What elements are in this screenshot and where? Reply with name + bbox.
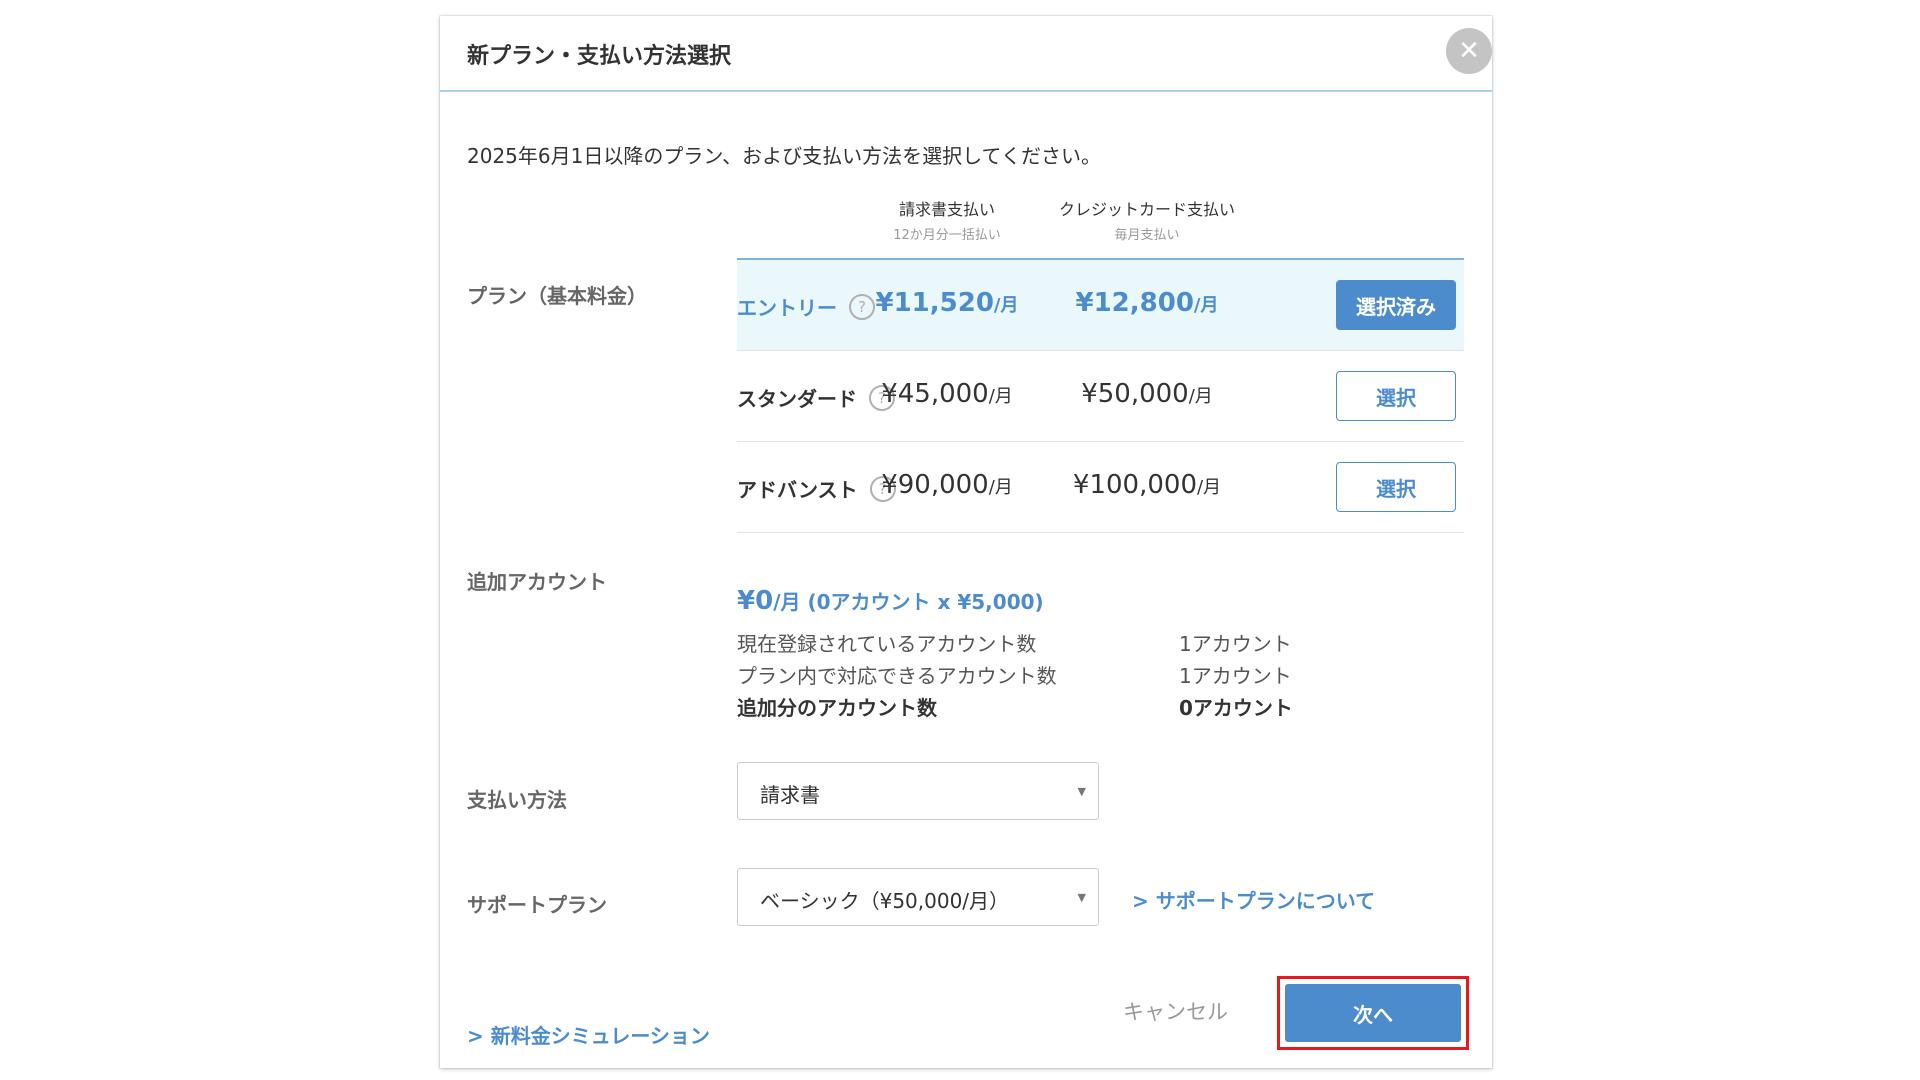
intro-text: 2025年6月1日以降のプラン、および支払い方法を選択してください。 — [467, 144, 1101, 168]
price-value: ¥12,800 — [1075, 288, 1194, 318]
payment-method-label: 支払い方法 — [467, 788, 567, 812]
column-header-card: クレジットカード支払い 毎月支払い — [1027, 196, 1267, 243]
support-plan-select[interactable]: ベーシック（¥50,000/月） ▼ — [737, 868, 1099, 926]
select-button[interactable]: 選択 — [1336, 371, 1456, 421]
column-title: クレジットカード支払い — [1058, 200, 1235, 219]
price-unit: /月 — [1196, 477, 1222, 498]
close-icon: ✕ — [1458, 36, 1480, 66]
account-count-label: 追加分のアカウント数 — [737, 696, 937, 720]
price-unit: /月 — [1188, 386, 1213, 407]
plan-row-entry: エントリー ? ¥11,520/月 ¥12,800/月 選択済み — [737, 260, 1464, 351]
card-price: ¥100,000/月 — [1027, 470, 1267, 500]
next-button[interactable]: 次へ — [1285, 984, 1461, 1042]
chevron-down-icon: ▼ — [1077, 785, 1086, 798]
payment-method-value: 請求書 — [760, 783, 820, 807]
account-count-value: 1アカウント — [1179, 632, 1292, 656]
account-count-row: 追加分のアカウント数 0アカウント — [737, 692, 1317, 721]
price-unit: /月 — [993, 295, 1019, 316]
close-button[interactable]: ✕ — [1446, 28, 1492, 74]
price-unit: /月 — [988, 477, 1013, 498]
account-count-value: 1アカウント — [1179, 664, 1292, 688]
extra-account-price: ¥0/月 (0アカウント x ¥5,000) — [737, 586, 1044, 616]
plan-row-standard: スタンダード ? ¥45,000/月 ¥50,000/月 選択 — [737, 351, 1464, 442]
account-count-row: 現在登録されているアカウント数 1アカウント — [737, 628, 1317, 657]
account-count-label: プラン内で対応できるアカウント数 — [737, 664, 1057, 688]
support-plan-value: ベーシック（¥50,000/月） — [760, 889, 1010, 913]
account-count-value: 0アカウント — [1179, 696, 1293, 720]
price-value: ¥100,000 — [1072, 470, 1197, 500]
dialog-header: 新プラン・支払い方法選択 ✕ — [440, 16, 1492, 92]
price-value: ¥50,000 — [1081, 379, 1189, 409]
card-price: ¥12,800/月 — [1027, 288, 1267, 318]
account-count-label: 現在登録されているアカウント数 — [737, 632, 1037, 656]
account-count-row: プラン内で対応できるアカウント数 1アカウント — [737, 660, 1317, 689]
extra-account-label: 追加アカウント — [467, 570, 607, 594]
extra-price-value: ¥0 — [737, 586, 774, 616]
select-button[interactable]: 選択 — [1336, 462, 1456, 512]
price-unit: /月 — [1193, 295, 1219, 316]
plan-selection-dialog: 新プラン・支払い方法選択 ✕ 2025年6月1日以降のプラン、および支払い方法を… — [440, 16, 1492, 1068]
card-price: ¥50,000/月 — [1027, 379, 1267, 409]
price-value: ¥45,000 — [881, 379, 989, 409]
cancel-button[interactable]: キャンセル — [1123, 996, 1228, 1026]
column-subtitle: 毎月支払い — [1114, 228, 1180, 243]
chevron-down-icon: ▼ — [1077, 891, 1086, 904]
dialog-title: 新プラン・支払い方法選択 — [467, 44, 732, 69]
selected-button[interactable]: 選択済み — [1336, 280, 1456, 330]
payment-method-select[interactable]: 請求書 ▼ — [737, 762, 1099, 820]
plan-row-advanced: アドバンスト ? ¥90,000/月 ¥100,000/月 選択 — [737, 442, 1464, 533]
pricing-simulation-link[interactable]: > 新料金シミュレーション — [467, 1020, 710, 1049]
plan-name: エントリー — [737, 296, 837, 320]
price-unit: /月 — [988, 386, 1013, 407]
extra-price-detail: (0アカウント x ¥5,000) — [800, 590, 1044, 614]
support-plan-info-link[interactable]: > サポートプランについて — [1132, 885, 1375, 914]
plan-section-label: プラン（基本料金） — [467, 284, 647, 308]
extra-price-unit: /月 — [773, 590, 801, 614]
price-value: ¥90,000 — [881, 470, 989, 500]
price-value: ¥11,520 — [875, 288, 994, 318]
support-plan-label: サポートプラン — [467, 893, 607, 917]
